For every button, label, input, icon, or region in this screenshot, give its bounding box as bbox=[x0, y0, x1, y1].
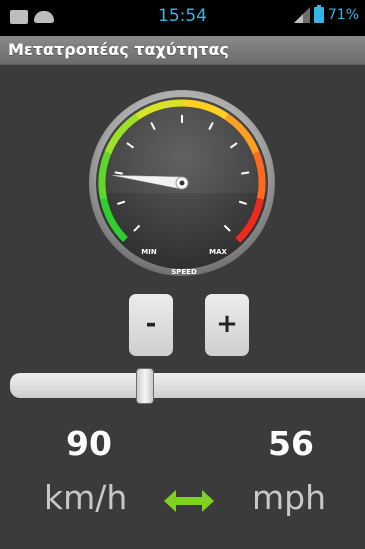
gauge-svg: MIN MAX SPEED bbox=[89, 90, 275, 276]
status-right: 71% bbox=[293, 5, 359, 23]
speed-gauge: MIN MAX SPEED bbox=[87, 88, 277, 278]
title-bar: Μετατροπέας ταχύτητας bbox=[0, 36, 365, 65]
kmh-value: 90 bbox=[66, 424, 112, 463]
decrease-button[interactable]: - bbox=[129, 294, 173, 356]
status-bar: 15:54 71% bbox=[0, 0, 365, 36]
signal-icon bbox=[293, 7, 310, 23]
increase-button[interactable]: + bbox=[205, 294, 249, 356]
battery-percentage: 71% bbox=[327, 7, 359, 23]
kmh-unit-label: km/h bbox=[44, 478, 128, 517]
battery-icon bbox=[313, 5, 324, 23]
gauge-tick bbox=[241, 171, 250, 175]
mph-value: 56 bbox=[268, 424, 314, 463]
gauge-speed-caption: SPEED bbox=[171, 268, 197, 276]
double-arrow-icon bbox=[164, 490, 214, 512]
gauge-needle-hub-center bbox=[179, 180, 185, 186]
gauge-min-label: MIN bbox=[141, 248, 157, 256]
gauge-max-label: MAX bbox=[209, 248, 227, 256]
speed-slider-thumb[interactable] bbox=[135, 368, 154, 404]
mph-unit-label: mph bbox=[252, 478, 327, 517]
speed-slider-track[interactable] bbox=[10, 373, 365, 398]
app-title: Μετατροπέας ταχύτητας bbox=[8, 40, 229, 59]
app-screen: 15:54 71% Μετατροπέας ταχύτητας MIN MAX … bbox=[0, 0, 365, 549]
gauge-tick bbox=[114, 171, 123, 175]
